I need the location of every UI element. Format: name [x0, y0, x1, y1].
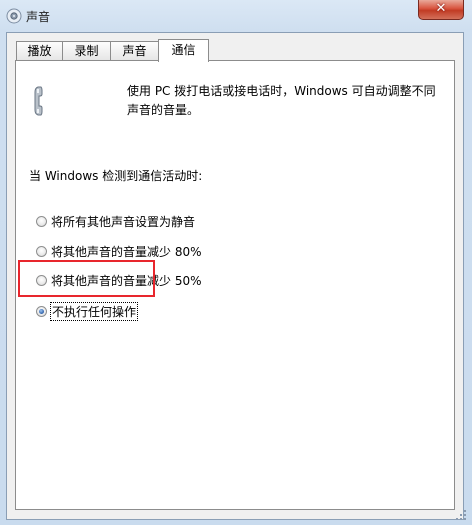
tab-recording[interactable]: 录制	[62, 41, 111, 60]
option-label: 将其他声音的音量减少 80%	[51, 244, 202, 259]
communications-description: 使用 PC 拨打电话或接电话时，Windows 可自动调整不同声音的音量。	[127, 84, 436, 117]
dialog-client-area: 播放 录制 声音 通信 使用 PC 拨打电话或接电话时，Windows 可自动调…	[6, 32, 464, 520]
option-label: 将其他声音的音量减少 50%	[51, 273, 202, 288]
communications-panel: 使用 PC 拨打电话或接电话时，Windows 可自动调整不同声音的音量。 当 …	[15, 60, 455, 510]
title-bar[interactable]: 声音 ✕	[0, 0, 472, 32]
radio-button[interactable]	[36, 274, 47, 286]
radio-button-selected[interactable]	[36, 305, 47, 317]
option-mute-all[interactable]: 将所有其他声音设置为静音	[36, 212, 195, 230]
window-title: 声音	[26, 10, 51, 24]
phone-icon	[34, 86, 43, 116]
option-label: 不执行任何操作	[49, 301, 139, 321]
section-label: 当 Windows 检测到通信活动时:	[29, 169, 203, 183]
tab-sounds[interactable]: 声音	[110, 41, 159, 60]
tab-communications[interactable]: 通信	[158, 39, 209, 62]
radio-button[interactable]	[36, 245, 47, 257]
tab-playback[interactable]: 播放	[16, 41, 63, 60]
radio-button[interactable]	[36, 215, 47, 227]
close-icon: ✕	[435, 1, 447, 16]
speaker-icon	[6, 8, 22, 24]
option-reduce-50[interactable]: 将其他声音的音量减少 50%	[36, 271, 202, 289]
option-do-nothing[interactable]: 不执行任何操作	[36, 301, 139, 321]
close-button[interactable]: ✕	[418, 0, 464, 20]
sound-dialog-window: 声音 ✕ 播放 录制 声音 通信 使用 PC 拨打电话或接电话时，Windows…	[0, 0, 472, 525]
option-label: 将所有其他声音设置为静音	[51, 214, 196, 229]
resize-grip-icon[interactable]	[455, 509, 467, 521]
option-reduce-80[interactable]: 将其他声音的音量减少 80%	[36, 242, 202, 260]
